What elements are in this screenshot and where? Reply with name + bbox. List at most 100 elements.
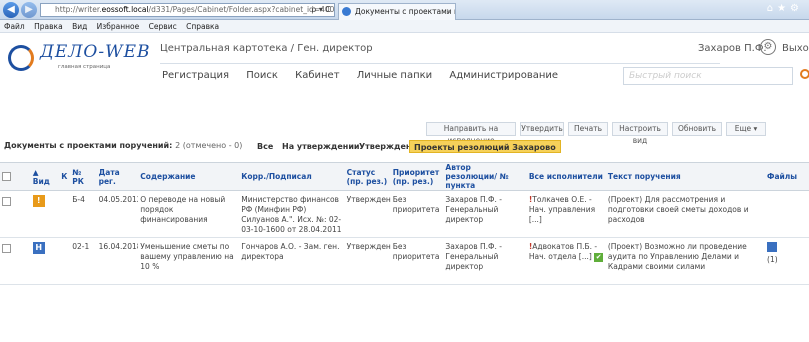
- header-files[interactable]: Файлы: [765, 162, 809, 191]
- header-correspondent[interactable]: Корр./Подписал: [239, 162, 345, 191]
- tab-title: Документы с проектами п...: [355, 7, 456, 16]
- send-for-execution-button[interactable]: Направить на исполнение: [426, 122, 516, 145]
- files-count[interactable]: (1): [767, 255, 778, 264]
- table-row[interactable]: ! Б-4 04.05.2012 О переводе на новый пор…: [0, 190, 809, 238]
- nav-personal-folders[interactable]: Личные папки: [357, 70, 432, 81]
- files-cell: [765, 190, 809, 238]
- nav-administration[interactable]: Администрирование: [449, 70, 558, 81]
- browser-tool-icons[interactable]: ⌂★⚙: [767, 3, 803, 14]
- kind-cell: Н: [30, 237, 60, 285]
- attachment-icon[interactable]: [767, 242, 778, 252]
- filter-all[interactable]: Все: [253, 140, 277, 153]
- author-cell: Захаров П.Ф. - Генеральный директор: [443, 237, 527, 285]
- reg-date-cell: 16.04.2018: [96, 237, 139, 285]
- approved-check-icon: ✔: [594, 253, 604, 262]
- header-executors[interactable]: Все исполнители: [526, 162, 606, 191]
- menu-favorites[interactable]: Избранное: [97, 22, 140, 31]
- print-button[interactable]: Печать: [568, 122, 608, 136]
- tab-close-icon[interactable]: ×: [446, 4, 452, 19]
- url-domain: eossoft.local: [101, 5, 149, 14]
- url-rest: /d331/Pages/Cabinet/Folder.aspx?cabinet_…: [148, 5, 335, 14]
- documents-bar: Документы с проектами поручений: 2 (отме…: [0, 138, 809, 154]
- header-select-all[interactable]: [0, 162, 31, 191]
- author-cell: Захаров П.Ф. - Генеральный директор: [443, 190, 527, 238]
- address-bar[interactable]: http://writer.eossoft.local/d331/Pages/C…: [40, 3, 335, 17]
- priority-cell: Без приоритета: [390, 237, 444, 285]
- documents-count: 2 (отмечено - 0): [175, 141, 243, 150]
- nav-registration[interactable]: Регистрация: [162, 70, 229, 81]
- quick-search-placeholder: Быстрый поиск: [629, 71, 702, 81]
- browser-tab[interactable]: Документы с проектами п... ×: [338, 3, 456, 20]
- rk-number-cell[interactable]: 02-1: [70, 237, 97, 285]
- select-all-checkbox[interactable]: [2, 172, 11, 181]
- filter-zakharov-projects[interactable]: Проекты резолюций Захарово: [409, 140, 561, 153]
- menu-edit[interactable]: Правка: [34, 22, 63, 31]
- files-cell: (1): [765, 237, 809, 285]
- filter-on-approval[interactable]: На утверждении: [278, 140, 364, 153]
- browser-titlebar: ◀ ▶ http://writer.eossoft.local/d331/Pag…: [0, 0, 809, 20]
- documents-heading: Документы с проектами поручений: 2 (отме…: [4, 138, 242, 154]
- status-cell: Утвержден: [344, 237, 391, 285]
- main-nav: Регистрация Поиск Кабинет Личные папки А…: [162, 70, 572, 81]
- executors-cell: !Адвокатов П.Б. - Нач. отдела [...] ✔: [526, 237, 606, 285]
- documents-table: ▲ Вид К № РК Дата рег. Содержание Корр./…: [0, 162, 809, 285]
- row-checkbox[interactable]: [2, 197, 11, 206]
- document-kind-icon[interactable]: !: [32, 195, 45, 207]
- logo-subtitle[interactable]: главная страница: [58, 64, 110, 70]
- refresh-button[interactable]: Обновить: [672, 122, 722, 136]
- table-row[interactable]: Н 02-1 16.04.2018 Уменьшение сметы по ва…: [0, 237, 809, 285]
- header-priority[interactable]: Приоритет (пр. рез.): [390, 162, 444, 191]
- menu-tools[interactable]: Сервис: [149, 22, 177, 31]
- row-select-cell[interactable]: [0, 237, 31, 285]
- forward-button[interactable]: ▶: [21, 2, 37, 18]
- content-cell[interactable]: Уменьшение сметы по вашему управлению на…: [138, 237, 240, 285]
- header-resolution-author[interactable]: Автор резолюции/ № пункта: [443, 162, 527, 191]
- executors-text[interactable]: Толкачев О.Е. - Нач. управления [...]: [529, 195, 595, 224]
- header-k[interactable]: К: [59, 162, 71, 191]
- reg-date-cell: 04.05.2012: [96, 190, 139, 238]
- header-content[interactable]: Содержание: [138, 162, 240, 191]
- logo-text[interactable]: ДЕЛО-WEB: [40, 42, 150, 62]
- address-bar-icons[interactable]: ρ ▾ C: [311, 4, 331, 16]
- user-name[interactable]: Захаров П.Ф.: [698, 43, 767, 54]
- task-text-cell: (Проект) Для рассмотрения и подготовки с…: [605, 190, 766, 238]
- table-header-row: ▲ Вид К № РК Дата рег. Содержание Корр./…: [0, 162, 809, 191]
- header-reg-date[interactable]: Дата рег.: [96, 162, 139, 191]
- approve-button[interactable]: Утвердить: [520, 122, 564, 136]
- more-button[interactable]: Еще ▾: [726, 122, 766, 136]
- correspondent-cell: Гончаров А.О. - Зам. ген. директора: [239, 237, 345, 285]
- nav-cabinet[interactable]: Кабинет: [295, 70, 339, 81]
- status-cell: Утвержден: [344, 190, 391, 238]
- task-text-cell: (Проект) Возможно ли проведение аудита п…: [605, 237, 766, 285]
- settings-gear-icon[interactable]: ⚙: [760, 39, 776, 55]
- url-prefix: http://writer.: [55, 5, 102, 14]
- menu-view[interactable]: Вид: [72, 22, 87, 31]
- executors-text[interactable]: Адвокатов П.Б. - Нач. отдела [...]: [529, 242, 597, 261]
- priority-cell: Без приоритета: [390, 190, 444, 238]
- documents-title: Документы с проектами поручений:: [4, 141, 173, 150]
- nav-search[interactable]: Поиск: [246, 70, 278, 81]
- menu-help[interactable]: Справка: [186, 22, 219, 31]
- search-icon[interactable]: [800, 69, 809, 79]
- delo-logo-icon[interactable]: [8, 45, 34, 71]
- quick-search-input[interactable]: Быстрый поиск: [623, 67, 809, 85]
- exit-link[interactable]: Выход: [782, 43, 809, 54]
- row-select-cell[interactable]: [0, 190, 31, 238]
- action-toolbar: Направить на исполнение Утвердить Печать…: [0, 118, 809, 145]
- k-cell: [59, 237, 71, 285]
- customize-view-button[interactable]: Настроить вид: [612, 122, 668, 145]
- app-header: ДЕЛО-WEB главная страница Центральная ка…: [0, 33, 809, 100]
- content-cell[interactable]: О переводе на новый порядок финансирован…: [138, 190, 240, 238]
- header-task-text[interactable]: Текст поручения: [605, 162, 766, 191]
- rk-number-cell[interactable]: Б-4: [70, 190, 97, 238]
- document-kind-icon[interactable]: Н: [32, 242, 45, 254]
- header-status[interactable]: Статус (пр. рез.): [344, 162, 391, 191]
- header-rk-number[interactable]: № РК: [70, 162, 97, 191]
- executors-cell: !Толкачев О.Е. - Нач. управления [...]: [526, 190, 606, 238]
- header-kind[interactable]: ▲ Вид: [30, 162, 60, 191]
- back-button[interactable]: ◀: [3, 2, 19, 18]
- menu-file[interactable]: Файл: [4, 22, 25, 31]
- k-cell: [59, 190, 71, 238]
- row-checkbox[interactable]: [2, 244, 11, 253]
- ie-icon: [342, 7, 351, 16]
